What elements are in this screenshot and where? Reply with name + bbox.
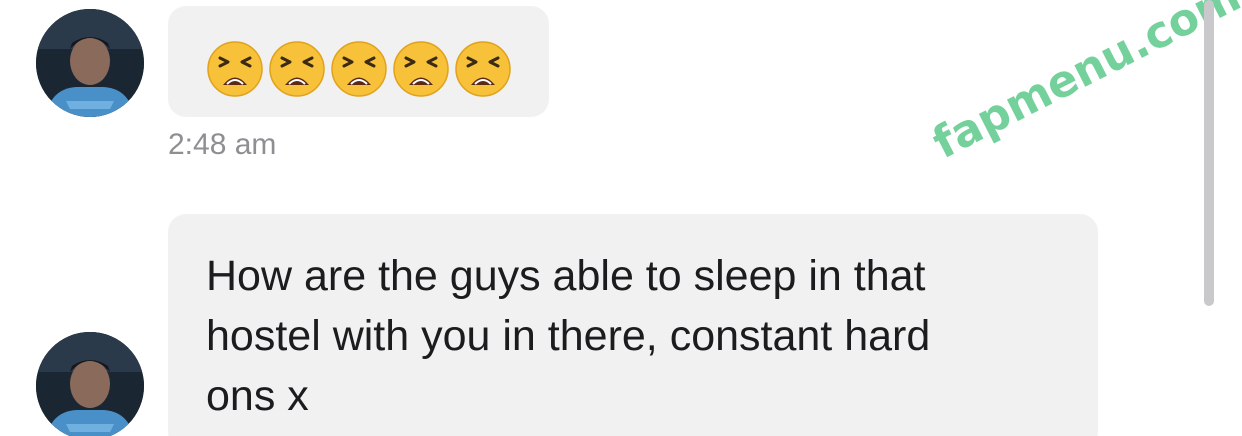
sender-avatar[interactable]	[36, 332, 144, 436]
chat-thread: 2:48 am fapmenu.com How are the guys abl…	[0, 0, 1242, 436]
tired-face-icon	[331, 41, 387, 97]
tired-face-icon	[269, 41, 325, 97]
tired-face-icon	[393, 41, 449, 97]
scrollbar-thumb[interactable]	[1204, 0, 1214, 306]
tired-face-icon	[455, 41, 511, 97]
sender-avatar[interactable]	[36, 9, 144, 117]
tired-face-icon	[207, 41, 263, 97]
message-text: How are the guys able to sleep in that h…	[206, 252, 931, 420]
text-message-bubble[interactable]: How are the guys able to sleep in that h…	[168, 214, 1098, 436]
watermark: fapmenu.com	[924, 0, 1242, 169]
emoji-row	[206, 40, 512, 98]
emoji-message-bubble[interactable]	[168, 6, 549, 117]
message-timestamp: 2:48 am	[168, 128, 277, 161]
